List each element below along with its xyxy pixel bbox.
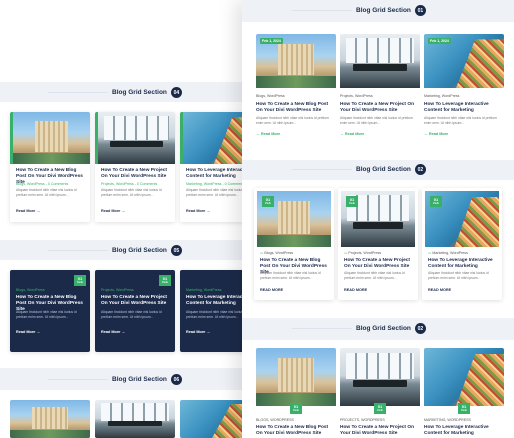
section-header-02: Blog Grid Section 02: [292, 323, 426, 334]
blog-card[interactable]: Feb 1, 2024 Marketing, WordPress How To …: [424, 34, 504, 152]
blog-card[interactable]: 01 Feb BLOGS, WORDPRESS How To Create a N…: [256, 348, 336, 438]
blog-card[interactable]: 01 Feb ▭ Projects, WordPress How To Creat…: [338, 188, 418, 300]
read-more-link[interactable]: Read More →: [101, 330, 125, 334]
blog-card[interactable]: 01 Feb PROJECTS, WORDPRESS How To Create …: [340, 348, 420, 438]
post-excerpt: Aliquam tincidunt nibh vitae nisi luctus…: [424, 116, 497, 125]
section-title: Blog Grid Section: [356, 7, 411, 14]
section-title: Blog Grid Section: [356, 325, 411, 332]
section-number: 06: [170, 374, 182, 385]
read-more-link[interactable]: Read More →: [186, 330, 210, 334]
post-image[interactable]: [95, 400, 175, 438]
front-page-preview: Blog Grid Section 01 Feb 1, 2024 Blogs, …: [242, 0, 514, 438]
read-more-link[interactable]: → Read More: [340, 132, 364, 136]
post-title[interactable]: How To Create a New Project On Your Divi…: [340, 425, 420, 437]
section-header-02: Blog Grid Section 02: [292, 164, 426, 175]
post-meta: Marketing, WordPress: [186, 288, 222, 292]
post-title[interactable]: How To Leverage Interactive Content for …: [424, 425, 504, 437]
post-excerpt: Aliquam tincidunt nibh vitae nisi luctus…: [101, 188, 162, 197]
post-excerpt: Aliquam tincidunt nibh vitae nisi luctus…: [340, 116, 413, 125]
section-number: 05: [170, 245, 182, 256]
section-header-01: Blog Grid Section 01: [292, 5, 426, 16]
date-badge: Feb 1, 2024: [260, 38, 283, 44]
read-more-link[interactable]: Read More →: [101, 209, 125, 213]
post-excerpt: Aliquam tincidunt nibh vitae nisi luctus…: [16, 188, 77, 197]
post-meta: Projects, WordPress: [340, 94, 373, 98]
post-image[interactable]: [340, 348, 420, 406]
post-excerpt: Aliquam tincidunt nibh vitae nisi luctus…: [256, 116, 329, 125]
blog-card[interactable]: How To Create a New Blog Post On Your Di…: [10, 112, 90, 222]
date-badge: Feb 1, 2024: [428, 38, 451, 44]
section-header-04: Blog Grid Section 04: [48, 87, 182, 98]
blog-card[interactable]: How To Create a New Project On Your Divi…: [95, 112, 175, 222]
read-more-link[interactable]: Read More →: [186, 209, 210, 213]
post-title[interactable]: How To Create a New Project On Your Divi…: [344, 258, 414, 270]
blog-card[interactable]: Projects, WordPress How To Create a New …: [340, 34, 420, 152]
post-excerpt: Aliquam tincidunt nibh vitae nisi luctus…: [260, 271, 321, 280]
post-image[interactable]: [424, 348, 504, 406]
post-title[interactable]: How To Leverage Interactive Content for …: [424, 102, 504, 114]
blog-card[interactable]: [10, 400, 90, 438]
blog-card[interactable]: Feb 1, 2024 Blogs, WordPress How To Crea…: [256, 34, 336, 152]
post-meta: Blogs, WordPress: [256, 94, 285, 98]
read-more-link[interactable]: READ MORE: [344, 288, 367, 292]
date-badge: 01Feb: [374, 403, 386, 414]
post-excerpt: Aliquam tincidunt nibh vitae nisi luctus…: [101, 310, 162, 319]
post-title[interactable]: How To Leverage Interactive Content for …: [428, 258, 498, 270]
post-title[interactable]: How To Create a New Project On Your Divi…: [340, 102, 420, 114]
read-more-link[interactable]: READ MORE: [428, 288, 451, 292]
post-meta: ▭ Marketing, WordPress: [428, 251, 468, 255]
date-badge: 01Feb: [346, 196, 358, 207]
section-header-05: Blog Grid Section 05: [48, 245, 182, 256]
post-title[interactable]: How To Create a New Blog Post On Your Di…: [256, 425, 336, 437]
section-number: 02: [414, 323, 426, 334]
post-meta: Marketing, WordPress: [424, 94, 460, 98]
section-title: Blog Grid Section: [112, 247, 167, 254]
read-more-link[interactable]: Read More →: [16, 209, 40, 213]
post-meta: Projects, WordPress - 0 Comments: [101, 182, 158, 186]
post-image[interactable]: [340, 34, 420, 88]
date-badge: 01Feb: [74, 275, 86, 286]
section-title: Blog Grid Section: [112, 376, 167, 383]
date-badge: 01Feb: [262, 196, 274, 207]
read-more-link[interactable]: Read More →: [16, 330, 40, 334]
blog-card-dark[interactable]: 01 Feb Blogs, WordPress How To Create a N…: [10, 270, 90, 352]
blog-card-dark[interactable]: 01 Feb Projects, WordPress How To Create …: [95, 270, 175, 352]
section-header-06: Blog Grid Section 06: [48, 374, 182, 385]
post-excerpt: Aliquam tincidunt nibh vitae nisi luctus…: [16, 310, 77, 319]
date-badge: 01Feb: [458, 403, 470, 414]
blog-card[interactable]: [95, 400, 175, 438]
date-badge: 01Feb: [290, 403, 302, 414]
post-excerpt: Aliquam tincidunt nibh vitae nisi luctus…: [344, 271, 405, 280]
post-title[interactable]: How To Create a New Project On Your Divi…: [101, 168, 171, 180]
post-meta: ▭ Blogs, WordPress: [260, 251, 294, 255]
blog-card[interactable]: 01 Feb ▭ Marketing, WordPress How To Leve…: [422, 188, 502, 300]
read-more-link[interactable]: → Read More: [424, 132, 448, 136]
post-meta: Blogs, WordPress: [16, 288, 45, 292]
post-title[interactable]: How To Create a New Blog Post On Your Di…: [256, 102, 336, 114]
post-meta: BLOGS, WORDPRESS: [256, 418, 294, 422]
post-meta: Projects, WordPress: [101, 288, 134, 292]
post-excerpt: Aliquam tincidunt nibh vitae nisi luctus…: [428, 271, 489, 280]
section-number: 01: [414, 5, 426, 16]
blog-card[interactable]: 01 Feb MARKETING, WORDPRESS How To Levera…: [424, 348, 504, 438]
post-image[interactable]: [10, 112, 90, 164]
post-title[interactable]: How To Create a New Project On Your Divi…: [101, 295, 169, 307]
date-badge: 01Feb: [430, 196, 442, 207]
section-number: 02: [414, 164, 426, 175]
post-meta: PROJECTS, WORDPRESS: [340, 418, 385, 422]
section-title: Blog Grid Section: [112, 89, 167, 96]
post-meta: Blogs, WordPress - 0 Comments: [16, 182, 69, 186]
blog-card[interactable]: 01 Feb ▭ Blogs, WordPress How To Create a…: [254, 188, 334, 300]
post-meta: MARKETING, WORDPRESS: [424, 418, 471, 422]
post-image[interactable]: [256, 348, 336, 406]
section-title: Blog Grid Section: [356, 166, 411, 173]
post-image[interactable]: [95, 112, 175, 164]
read-more-link[interactable]: READ MORE: [260, 288, 283, 292]
section-number: 04: [170, 87, 182, 98]
date-badge: 01Feb: [159, 275, 171, 286]
post-image[interactable]: [10, 400, 90, 438]
read-more-link[interactable]: → Read More: [256, 132, 280, 136]
post-meta: ▭ Projects, WordPress: [344, 251, 382, 255]
post-meta: Marketing, WordPress - 0 Comments: [186, 182, 246, 186]
